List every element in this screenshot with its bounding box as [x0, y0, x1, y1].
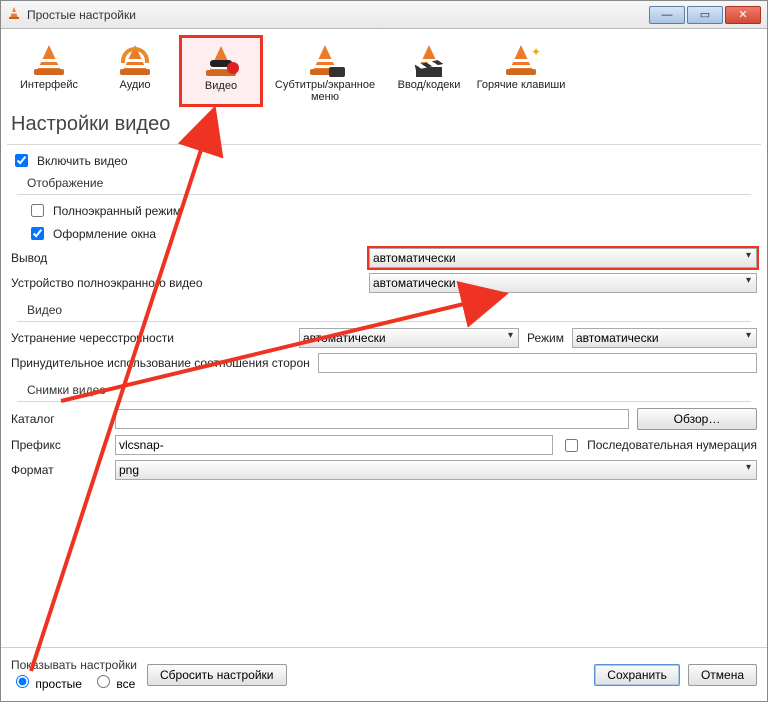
fullscreen-device-select[interactable]: автоматически: [369, 273, 757, 293]
settings-panel: Включить видео Отображение Полноэкранный…: [1, 151, 767, 480]
cone-icon: [27, 41, 71, 77]
maximize-button[interactable]: ▭: [687, 6, 723, 24]
output-label: Вывод: [11, 251, 361, 265]
app-icon: [7, 6, 21, 23]
enable-video-checkbox[interactable]: Включить видео: [11, 151, 757, 170]
category-label: Горячие клавиши: [475, 79, 567, 91]
fullscreen-input[interactable]: [31, 204, 44, 217]
output-row: Вывод автоматически: [11, 248, 757, 268]
page-title: Настройки видео: [1, 109, 767, 144]
cone-hotkey-icon: ✦: [499, 41, 543, 77]
cancel-button[interactable]: Отмена: [688, 664, 757, 686]
show-settings-label: Показывать настройки: [11, 658, 137, 672]
category-video[interactable]: Видео: [179, 35, 263, 107]
category-hotkeys[interactable]: ✦ Горячие клавиши: [473, 35, 569, 107]
window-title: Простые настройки: [27, 8, 136, 22]
category-audio[interactable]: Аудио: [93, 35, 177, 107]
snapshot-format-row: Формат png: [11, 460, 757, 480]
cone-headphones-icon: [113, 41, 157, 77]
radio-all[interactable]: все: [92, 672, 135, 691]
radio-simple[interactable]: простые: [11, 672, 82, 691]
enable-video-label: Включить видео: [37, 154, 128, 168]
category-subtitles[interactable]: Субтитры/экранное меню: [265, 35, 385, 107]
cone-clapper-icon: [407, 41, 451, 77]
divider: [17, 401, 751, 402]
fullscreen-device-row: Устройство полноэкранного видео автомати…: [11, 273, 757, 293]
deinterlace-mode-label: Режим: [527, 331, 564, 345]
deinterlace-row: Устранение чересстрочности автоматически…: [11, 328, 757, 348]
footer: Показывать настройки простые все Сбросит…: [1, 647, 767, 701]
fullscreen-checkbox[interactable]: Полноэкранный режим: [27, 201, 757, 220]
category-label: Видео: [182, 80, 260, 92]
category-toolbar: Интерфейс Аудио Видео Субтитры/экранное …: [1, 29, 767, 109]
category-interface[interactable]: Интерфейс: [7, 35, 91, 107]
sequential-label: Последовательная нумерация: [587, 438, 757, 452]
group-video-title: Видео: [27, 303, 757, 317]
snapshot-format-label: Формат: [11, 463, 107, 477]
sequential-input[interactable]: [565, 439, 578, 452]
divider: [7, 144, 761, 145]
force-aspect-row: Принудительное использование соотношения…: [11, 353, 757, 373]
browse-button[interactable]: Обзор…: [637, 408, 757, 430]
save-button[interactable]: Сохранить: [594, 664, 680, 686]
group-snapshots-title: Снимки видео: [27, 383, 757, 397]
snapshot-prefix-input[interactable]: [115, 435, 553, 455]
force-aspect-input[interactable]: [318, 353, 757, 373]
snapshot-dir-input[interactable]: [115, 409, 629, 429]
group-display-title: Отображение: [27, 176, 757, 190]
snapshot-prefix-label: Префикс: [11, 438, 107, 452]
deinterlace-mode-select[interactable]: автоматически: [572, 328, 757, 348]
category-label: Ввод/кодеки: [389, 79, 469, 91]
window-decoration-label: Оформление окна: [53, 227, 156, 241]
titlebar: Простые настройки — ▭ ✕: [1, 1, 767, 29]
close-button[interactable]: ✕: [725, 6, 761, 24]
output-select[interactable]: автоматически: [369, 248, 757, 268]
reset-button[interactable]: Сбросить настройки: [147, 664, 286, 686]
fullscreen-label: Полноэкранный режим: [53, 204, 181, 218]
deinterlace-select[interactable]: автоматически: [299, 328, 519, 348]
enable-video-input[interactable]: [15, 154, 28, 167]
deinterlace-label: Устранение чересстрочности: [11, 331, 291, 345]
category-label: Интерфейс: [9, 79, 89, 91]
fullscreen-device-label: Устройство полноэкранного видео: [11, 276, 361, 290]
snapshot-dir-label: Каталог: [11, 412, 107, 426]
snapshot-dir-row: Каталог Обзор…: [11, 408, 757, 430]
snapshot-format-select[interactable]: png: [115, 460, 757, 480]
category-label: Аудио: [95, 79, 175, 91]
category-input-codecs[interactable]: Ввод/кодеки: [387, 35, 471, 107]
cone-subtitle-icon: [303, 41, 347, 77]
divider: [17, 321, 751, 322]
category-label: Субтитры/экранное меню: [267, 79, 383, 103]
sequential-checkbox[interactable]: Последовательная нумерация: [561, 436, 757, 455]
window-decoration-checkbox[interactable]: Оформление окна: [27, 224, 757, 243]
window-buttons: — ▭ ✕: [647, 6, 761, 24]
minimize-button[interactable]: —: [649, 6, 685, 24]
force-aspect-label: Принудительное использование соотношения…: [11, 356, 310, 370]
cone-glasses-icon: [199, 42, 243, 78]
snapshot-prefix-row: Префикс Последовательная нумерация: [11, 435, 757, 455]
divider: [17, 194, 751, 195]
window-decoration-input[interactable]: [31, 227, 44, 240]
